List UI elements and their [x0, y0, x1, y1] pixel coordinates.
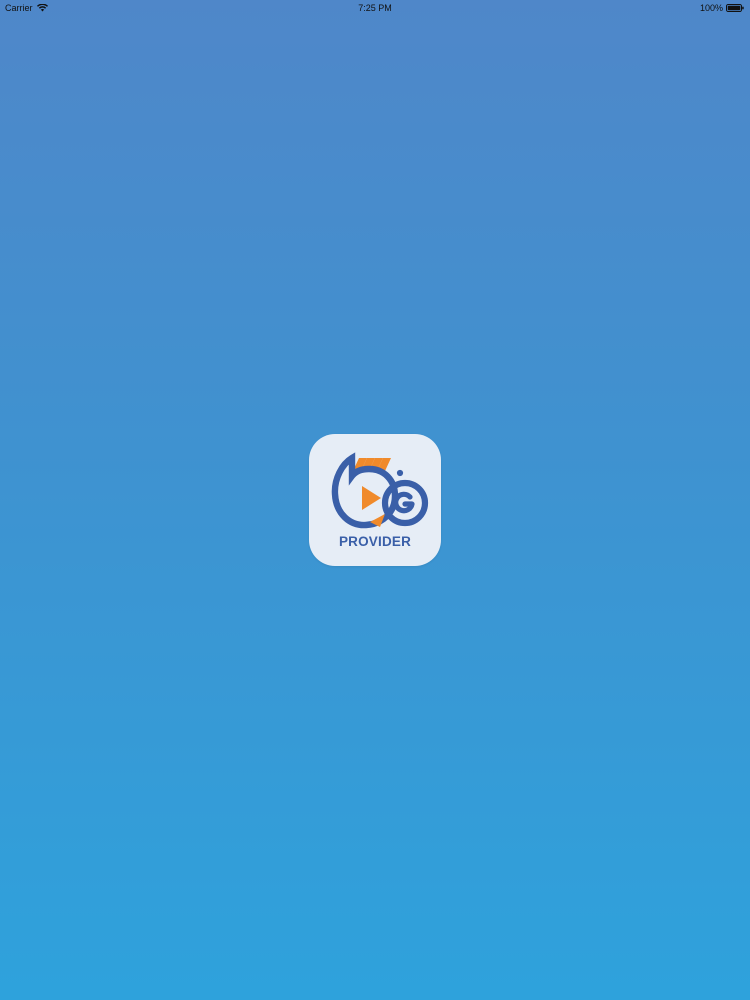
status-right: 100%	[624, 0, 744, 16]
app-name: PROVIDER	[338, 534, 412, 549]
battery-percentage: 100%	[699, 3, 723, 13]
wifi-icon	[36, 4, 48, 12]
battery-icon	[726, 4, 744, 12]
status-left: Carrier	[5, 0, 125, 16]
carrier-label: Carrier	[5, 3, 33, 13]
app-icon: PROVIDER	[309, 434, 441, 566]
logo-dot-right	[396, 469, 404, 477]
status-bar: Carrier 7:25 PM 100%	[0, 0, 750, 16]
